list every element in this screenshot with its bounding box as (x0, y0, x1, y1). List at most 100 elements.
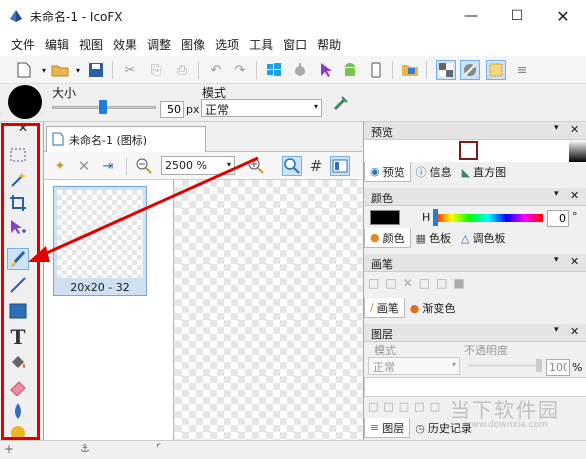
zoom-tool-icon[interactable] (282, 156, 302, 176)
tab-histogram[interactable]: ◣ 直方图 (457, 162, 511, 182)
resource-icon[interactable] (400, 60, 420, 80)
mode-select[interactable]: 正常 ▾ (201, 99, 322, 117)
preview-area (364, 140, 586, 162)
panel-menu-icon[interactable]: ▾ (554, 123, 559, 133)
tab-label: 色板 (429, 232, 452, 245)
maximize-button[interactable]: ☐ (494, 0, 540, 32)
selection-size-icon: ⌜ (156, 442, 162, 455)
tab-info[interactable]: ⓘ 信息 (411, 162, 457, 182)
hue-slider-thumb[interactable] (433, 209, 438, 226)
hue-input[interactable] (547, 210, 569, 227)
panel-menu-icon[interactable]: ▾ (554, 189, 559, 199)
chevron-down-icon: ▾ (226, 160, 231, 169)
hue-slider[interactable] (433, 214, 543, 222)
image-format-thumbnail[interactable]: 20x20 - 32 (53, 186, 147, 296)
layer-actions[interactable]: □□□□□ (368, 400, 464, 414)
zoom-in-icon[interactable] (246, 156, 266, 176)
new-image-icon[interactable]: ✦ (50, 156, 70, 176)
tab-history[interactable]: ◷ 历史记录 (410, 418, 477, 438)
menu-help[interactable]: 帮助 (312, 36, 346, 53)
tab-label: 预览 (382, 165, 405, 179)
size-input[interactable] (160, 101, 184, 118)
layer-opacity-slider[interactable] (468, 364, 542, 367)
brush-preview[interactable] (8, 85, 42, 119)
layer-opacity-thumb[interactable] (536, 359, 542, 372)
paste-icon[interactable]: ⎙ (172, 60, 192, 80)
checkerboard-toggle-icon[interactable] (436, 60, 456, 80)
thumbnail-panel-icon[interactable] (330, 156, 350, 176)
zoom-select[interactable]: 2500 % ▾ (161, 156, 235, 175)
brush-actions[interactable]: □□✕□□■ (368, 276, 488, 292)
tab-brush[interactable]: ∕ 画笔 (364, 298, 405, 318)
panel-menu-icon[interactable]: ▾ (554, 325, 559, 335)
panel-close-icon[interactable]: ✕ (570, 123, 579, 136)
tab-label: 调色板 (472, 232, 506, 245)
tab-label: 信息 (429, 166, 452, 179)
primary-color-swatch[interactable] (370, 210, 400, 225)
layers-icon: ≡ (370, 421, 380, 434)
layer-mode-value: 正常 (373, 361, 395, 374)
panel-close-icon[interactable]: ✕ (570, 325, 579, 338)
redo-icon[interactable]: ↷ (230, 60, 250, 80)
color-panel-title: 颜色 (371, 192, 393, 205)
undo-icon[interactable]: ↶ (206, 60, 226, 80)
toolbar-separator (392, 61, 393, 79)
menu-view[interactable]: 视图 (74, 36, 108, 53)
size-slider-thumb[interactable] (99, 100, 107, 114)
layer-list[interactable] (364, 377, 586, 397)
document-tab-title: 未命名-1 (图标) (69, 134, 148, 147)
hue-unit: ° (572, 210, 578, 223)
menu-adjust[interactable]: 调整 (142, 36, 176, 53)
copy-icon[interactable]: ⎘ (146, 60, 166, 80)
open-folder-icon[interactable] (50, 60, 70, 80)
window-title: 未命名-1 - IcoFX (30, 10, 123, 24)
tab-gradient[interactable]: ● 渐变色 (405, 298, 461, 318)
menu-file[interactable]: 文件 (6, 36, 40, 53)
menu-window[interactable]: 窗口 (278, 36, 312, 53)
document-tab[interactable]: 未命名-1 (图标) (46, 126, 206, 152)
color-tabs: ● 颜色 ▦ 色板 △ 调色板 (364, 228, 586, 248)
zoom-out-icon[interactable] (134, 156, 154, 176)
mobile-device-icon[interactable] (366, 60, 386, 80)
tab-layers[interactable]: ≡ 图层 (364, 418, 411, 438)
layer-opacity-input[interactable] (546, 359, 570, 376)
panel-menu-icon[interactable]: ▾ (554, 255, 559, 265)
tab-color[interactable]: ● 颜色 (364, 228, 411, 248)
windows-icon[interactable] (264, 60, 284, 80)
mask-toggle-icon[interactable] (460, 60, 480, 80)
tab-palette[interactable]: △ 调色板 (456, 228, 510, 248)
menu-options[interactable]: 选项 (210, 36, 244, 53)
pixel-grid-icon[interactable]: # (306, 156, 326, 176)
menu-effects[interactable]: 效果 (108, 36, 142, 53)
new-file-icon[interactable] (14, 60, 34, 80)
open-dropdown-icon[interactable]: ▾ (68, 60, 88, 80)
gradient-icon: ● (409, 301, 420, 315)
import-image-icon[interactable]: ⇥ (98, 156, 118, 176)
panel-close-icon[interactable]: ✕ (570, 255, 579, 268)
menu-tools[interactable]: 工具 (244, 36, 278, 53)
preview-background-strip[interactable] (569, 140, 586, 162)
delete-image-icon[interactable]: ✕ (74, 156, 94, 176)
menu-edit[interactable]: 编辑 (40, 36, 74, 53)
tab-preview[interactable]: ◉ 预览 (364, 162, 411, 182)
pressure-pen-icon[interactable] (332, 94, 350, 112)
toolbar-separator (426, 61, 427, 79)
tab-swatches[interactable]: ▦ 色板 (411, 228, 456, 248)
right-panels: 预览 ▾ ✕ ◉预览 ⓘ信息 ◣直方图 颜色 ▾ ✕ H ° ●颜色 ▦色板 △… (363, 122, 586, 440)
brush-tabs: ∕ 画笔 ● 渐变色 (364, 298, 586, 318)
layers-toggle-icon[interactable]: ≡ (512, 60, 532, 80)
android-icon[interactable] (340, 60, 360, 80)
size-unit: px (186, 103, 200, 116)
toolbar-separator (112, 61, 113, 79)
close-button[interactable]: ✕ (540, 0, 586, 32)
apple-icon[interactable] (290, 60, 310, 80)
cursor-icon[interactable] (316, 60, 336, 80)
grid-toggle-icon[interactable] (486, 60, 506, 80)
editing-canvas[interactable] (175, 180, 362, 440)
save-icon[interactable] (86, 60, 106, 80)
panel-close-icon[interactable]: ✕ (570, 189, 579, 202)
cut-icon[interactable]: ✂ (120, 60, 140, 80)
menu-image[interactable]: 图像 (176, 36, 210, 53)
layer-mode-select[interactable]: 正常 ▾ (368, 357, 460, 375)
minimize-button[interactable]: — (448, 0, 494, 32)
